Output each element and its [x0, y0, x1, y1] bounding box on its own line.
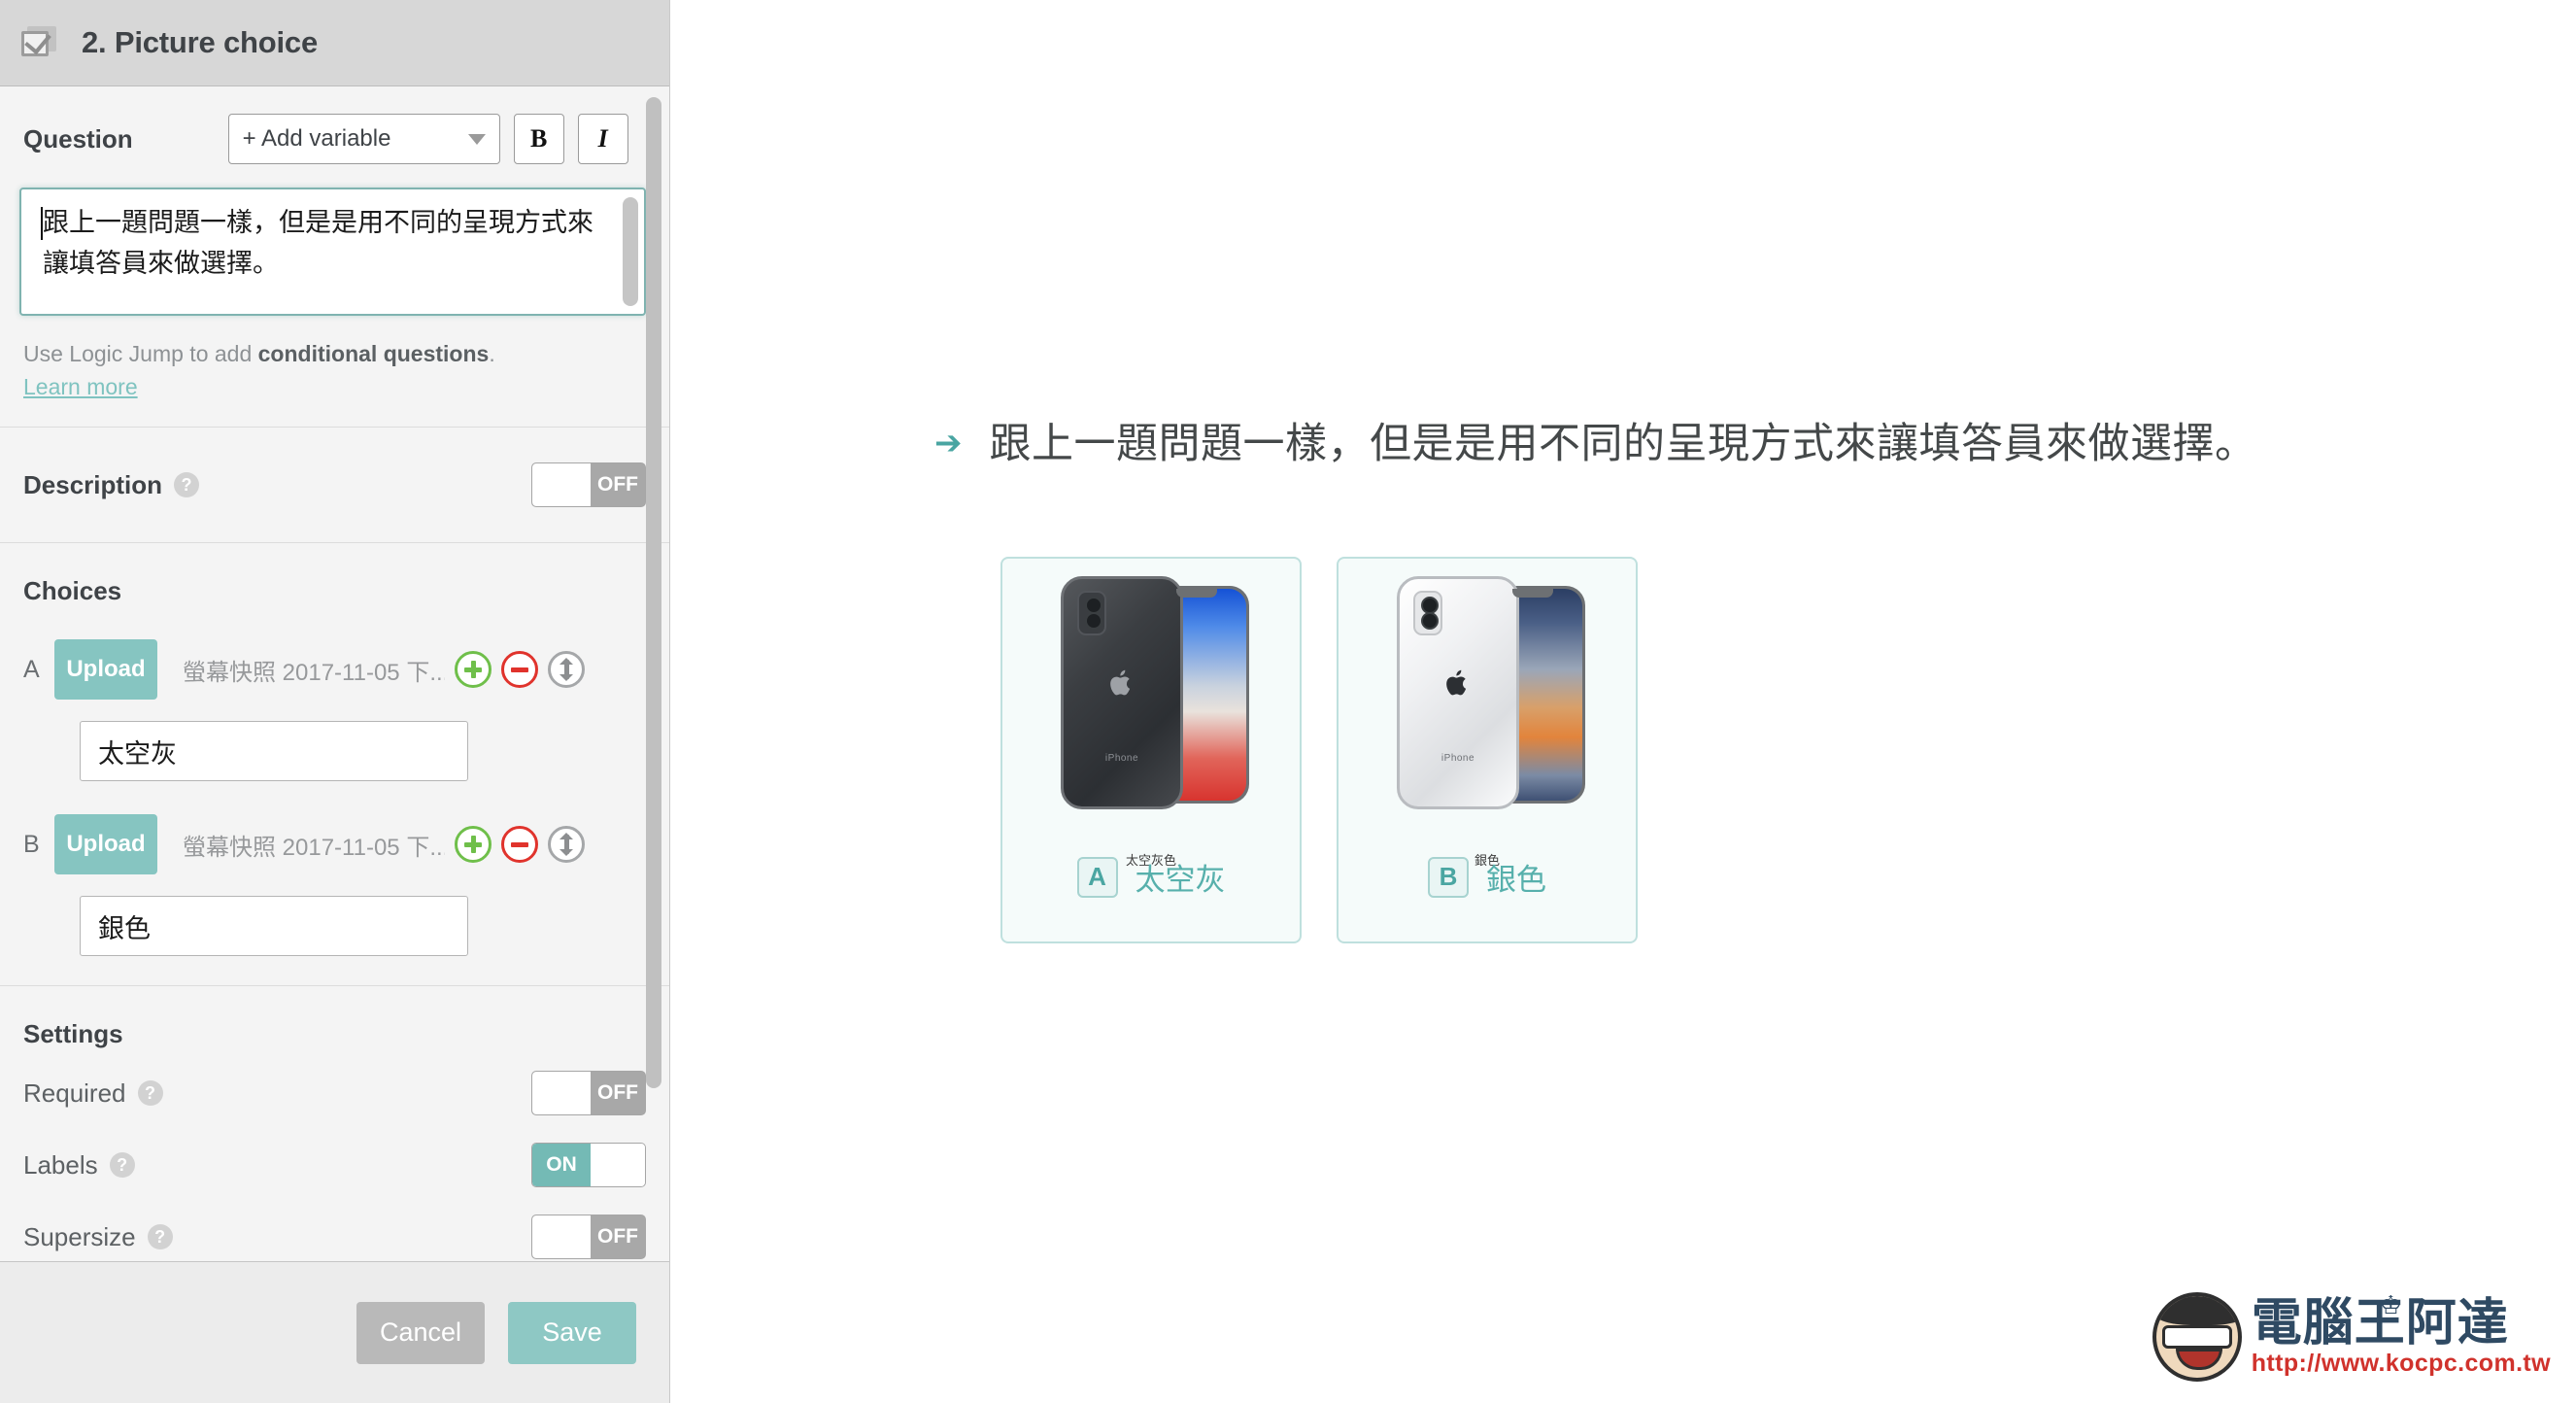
- cancel-button[interactable]: Cancel: [356, 1301, 485, 1364]
- iphone-x-silver-photo: iPhone 銀色: [1375, 572, 1599, 869]
- reorder-choice-icon[interactable]: [548, 651, 585, 688]
- crown-icon: ♔: [2379, 1290, 2404, 1320]
- help-icon[interactable]: ?: [174, 472, 200, 497]
- picture-choice-card[interactable]: iPhone 太空灰色 A 太空灰: [1000, 557, 1302, 943]
- question-section: Question + Add variable B I 跟上一題問題一樣，但是是…: [0, 86, 669, 428]
- logic-hint-prefix: Use Logic Jump to add: [23, 341, 258, 366]
- help-icon[interactable]: ?: [147, 1224, 173, 1249]
- choice-letter: B: [23, 830, 40, 858]
- supersize-label-group: Supersize ?: [23, 1222, 173, 1252]
- sidebar-scrollbar-thumb[interactable]: [646, 97, 661, 1088]
- save-button[interactable]: Save: [508, 1301, 636, 1364]
- form-preview: ➔ 跟上一題問題一樣，但是是用不同的呈現方式來讓填答員來做選擇。 iPhone …: [670, 0, 2576, 1403]
- logic-jump-hint: Use Logic Jump to add conditional questi…: [23, 337, 646, 403]
- phone-wordmark: iPhone: [1104, 753, 1139, 764]
- preview-question-text: 跟上一題問題一樣，但是是用不同的呈現方式來讓填答員來做選擇。: [989, 420, 2257, 468]
- card-label-row: A 太空灰: [1002, 855, 1300, 899]
- mascot-face-icon: [2152, 1292, 2242, 1382]
- chevron-down-icon: [467, 133, 486, 145]
- choice-badge: B: [1428, 856, 1469, 898]
- supersize-toggle[interactable]: OFF: [531, 1215, 646, 1259]
- settings-title: Settings: [23, 1019, 123, 1048]
- choice-label-text: 太空灰: [1135, 863, 1226, 898]
- preview-question: ➔ 跟上一題問題一樣，但是是用不同的呈現方式來讓填答員來做選擇。: [934, 418, 2257, 470]
- iphone-x-space-gray-photo: iPhone 太空灰色: [1039, 572, 1263, 869]
- choice-text-input[interactable]: 太空灰: [80, 721, 468, 781]
- description-label: Description: [23, 469, 163, 499]
- question-input-value: 跟上一題問題一樣，但是是用不同的呈現方式來讓填答員來做選擇。: [43, 208, 593, 279]
- upload-button[interactable]: Upload: [54, 639, 157, 700]
- editor-footer: Cancel Save: [0, 1261, 669, 1403]
- logic-hint-suffix: .: [489, 341, 495, 366]
- setting-row-required: Required ? OFF: [23, 1065, 646, 1121]
- watermark: 電腦王阿達 ♔ http://www.kocpc.com.tw: [2152, 1291, 2551, 1382]
- labels-label: Labels: [23, 1149, 98, 1180]
- add-choice-icon[interactable]: [455, 651, 491, 688]
- add-choice-icon[interactable]: [455, 826, 491, 863]
- question-editor-sidebar: 2. Picture choice Question + Add variabl…: [0, 0, 670, 1403]
- sidebar-scroll-area: Question + Add variable B I 跟上一題問題一樣，但是是…: [0, 86, 669, 1261]
- description-toggle-state: OFF: [597, 473, 638, 496]
- choice-row: B Upload 螢幕快照 2017-11-05 下...: [23, 814, 646, 874]
- upload-button[interactable]: Upload: [54, 814, 157, 874]
- setting-row-labels: Labels ? ON: [23, 1137, 646, 1193]
- sidebar-header: 2. Picture choice: [0, 0, 669, 86]
- bold-button[interactable]: B: [513, 114, 564, 164]
- choice-badge: A: [1076, 856, 1118, 898]
- remove-choice-icon[interactable]: [501, 826, 538, 863]
- toggle-knob: [591, 1144, 645, 1186]
- toggle-knob: [532, 1072, 591, 1114]
- card-label-row: B 銀色: [1339, 855, 1636, 899]
- labels-toggle-state: ON: [532, 1144, 591, 1186]
- description-toggle[interactable]: OFF: [531, 462, 646, 507]
- help-icon[interactable]: ?: [109, 1152, 135, 1178]
- description-label-group: Description ?: [23, 469, 200, 500]
- page-title: 2. Picture choice: [82, 25, 318, 59]
- labels-label-group: Labels ?: [23, 1150, 135, 1181]
- choice-text-input[interactable]: 銀色: [80, 896, 468, 956]
- choices-title: Choices: [23, 576, 122, 605]
- question-input-scrollbar[interactable]: [623, 197, 638, 306]
- setting-row-supersize: Supersize ? OFF: [23, 1209, 646, 1261]
- choice-letter: A: [23, 655, 40, 683]
- required-toggle[interactable]: OFF: [531, 1071, 646, 1115]
- required-label: Required: [23, 1078, 126, 1108]
- watermark-title: 電腦王阿達 ♔: [2252, 1291, 2551, 1350]
- picture-choice-options: iPhone 太空灰色 A 太空灰 iPhone 銀色 B 銀色: [1000, 557, 1673, 943]
- watermark-url: http://www.kocpc.com.tw: [2251, 1349, 2551, 1377]
- question-toolbar-row: Question + Add variable B I: [0, 86, 669, 164]
- uploaded-file-name: 螢幕快照 2017-11-05 下...: [183, 659, 445, 686]
- question-input[interactable]: 跟上一題問題一樣，但是是用不同的呈現方式來讓填答員來做選擇。: [19, 188, 646, 316]
- app-root: 2. Picture choice Question + Add variabl…: [0, 0, 2576, 1403]
- uploaded-file-name: 螢幕快照 2017-11-05 下...: [183, 834, 445, 861]
- supersize-label: Supersize: [23, 1221, 136, 1251]
- toggle-knob: [532, 463, 591, 506]
- add-variable-dropdown[interactable]: + Add variable: [227, 114, 500, 164]
- labels-toggle[interactable]: ON: [531, 1143, 646, 1187]
- description-row: Description ? OFF: [0, 428, 669, 543]
- remove-choice-icon[interactable]: [501, 651, 538, 688]
- picture-choice-icon: [19, 22, 60, 63]
- watermark-text-group: 電腦王阿達 ♔ http://www.kocpc.com.tw: [2251, 1291, 2551, 1378]
- picture-choice-card[interactable]: iPhone 銀色 B 銀色: [1337, 557, 1638, 943]
- question-label: Question: [23, 123, 133, 154]
- italic-button[interactable]: I: [577, 114, 628, 164]
- phone-wordmark: iPhone: [1441, 753, 1475, 764]
- choice-label-text: 銀色: [1486, 863, 1546, 898]
- required-label-group: Required ?: [23, 1078, 163, 1109]
- settings-section: Settings Required ? OFF Labels ? ON Supe…: [0, 986, 669, 1261]
- logic-hint-bold: conditional questions: [257, 341, 490, 366]
- choice-row: A Upload 螢幕快照 2017-11-05 下...: [23, 639, 646, 700]
- choices-section: Choices A Upload 螢幕快照 2017-11-05 下... 太空…: [0, 543, 669, 986]
- reorder-choice-icon[interactable]: [548, 826, 585, 863]
- supersize-toggle-state: OFF: [597, 1225, 638, 1248]
- help-icon[interactable]: ?: [137, 1080, 163, 1106]
- arrow-right-icon: ➔: [934, 425, 963, 462]
- toggle-knob: [532, 1215, 591, 1258]
- required-toggle-state: OFF: [597, 1081, 638, 1104]
- add-variable-label: + Add variable: [242, 125, 391, 152]
- learn-more-link[interactable]: Learn more: [23, 370, 646, 403]
